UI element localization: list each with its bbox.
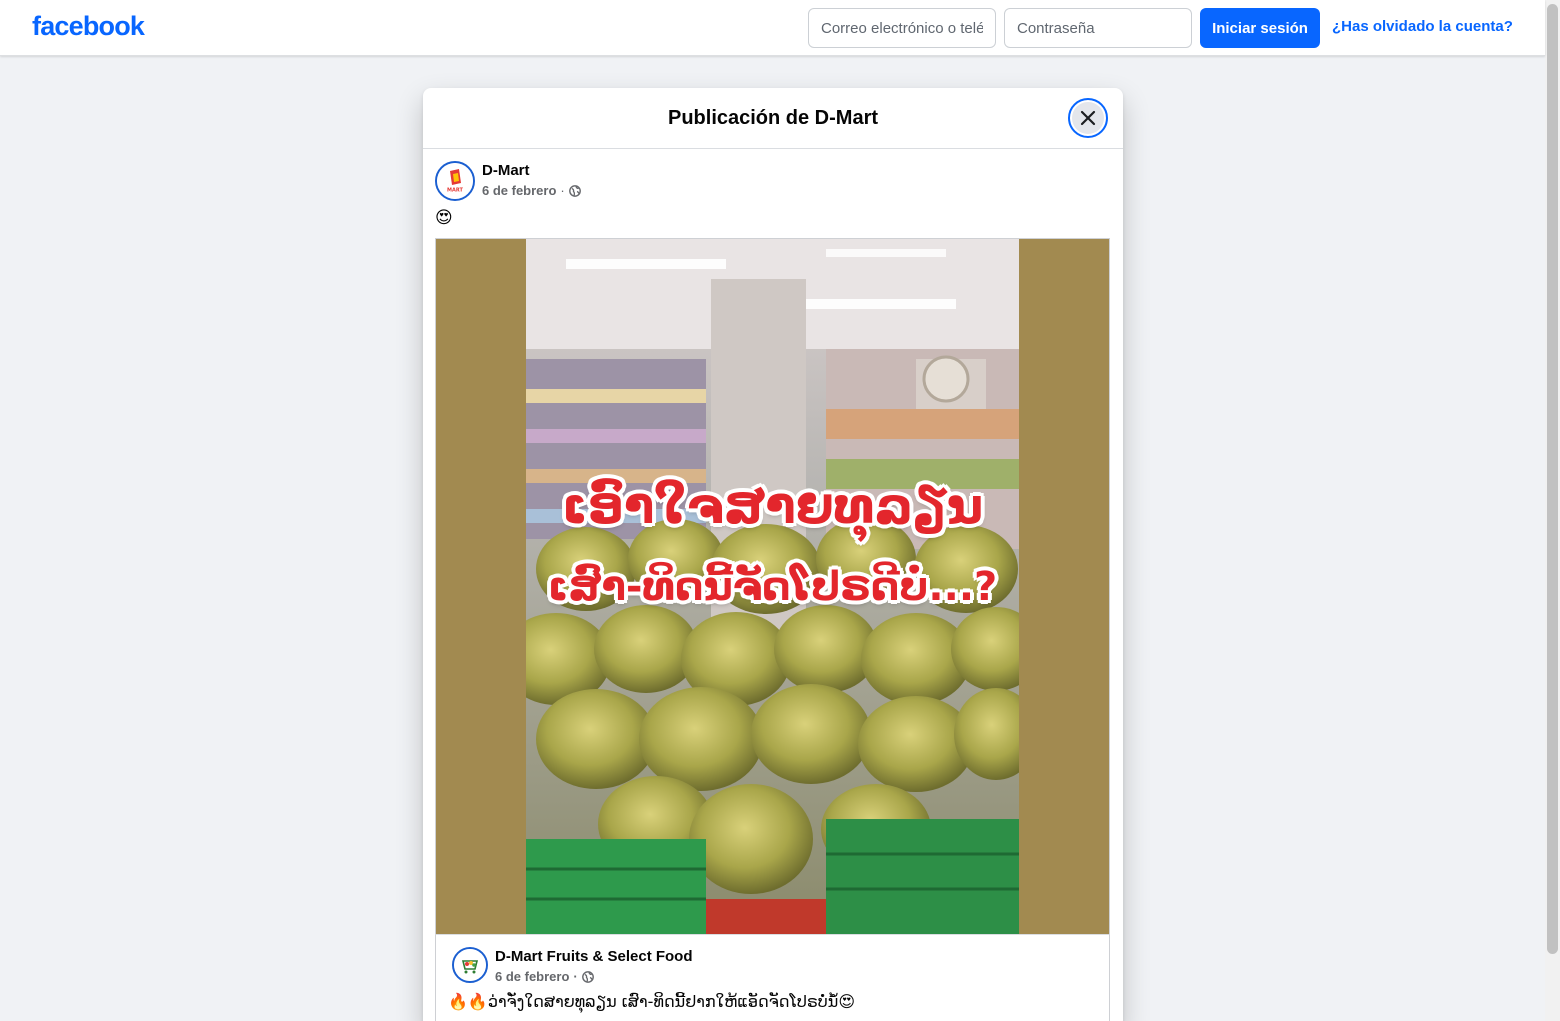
shared-page-avatar[interactable] (452, 947, 488, 983)
globe-icon (568, 184, 581, 197)
image-overlay-line2: ເສົາ-ທິດນີ້ຈັດໂປຣດີບໍ່...? (547, 564, 998, 610)
shared-post-meta: 6 de febrero · (495, 969, 594, 984)
close-button[interactable] (1068, 98, 1108, 138)
shared-post[interactable]: D-Mart Fruits & Select Food 6 de febrero… (435, 934, 1110, 1021)
password-field[interactable] (1004, 8, 1192, 48)
post-header: MART D-Mart 6 de febrero · (435, 161, 1111, 203)
shared-post-date[interactable]: 6 de febrero (495, 969, 569, 984)
email-field[interactable] (808, 8, 996, 48)
scrollbar-thumb[interactable] (1547, 4, 1558, 954)
post-meta: 6 de febrero · (482, 183, 581, 198)
forgot-account-link[interactable]: ¿Has olvidado la cuenta? (1332, 18, 1513, 35)
facebook-logo[interactable]: facebook (32, 11, 145, 42)
dmart-logo-icon: MART (437, 163, 473, 199)
shared-post-author[interactable]: D-Mart Fruits & Select Food (495, 948, 693, 965)
dialog-header: Publicación de D-Mart (423, 88, 1123, 149)
post-date[interactable]: 6 de febrero (482, 183, 556, 198)
post-text: 😍 (435, 208, 453, 227)
durian-photo[interactable]: ເອົາໃຈສາຍທຸລຽນ ເສົາ-ທິດນີ້ຈັດໂປຣດີບໍ່...… (526, 239, 1019, 934)
top-bar: facebook Iniciar sesión ¿Has olvidado la… (0, 0, 1545, 56)
page-scrollbar[interactable] (1545, 0, 1560, 1021)
post-dialog: Publicación de D-Mart MART D-Mart 6 de f… (423, 88, 1123, 1021)
meta-separator: · (560, 183, 565, 198)
globe-icon (581, 970, 594, 983)
dialog-title: Publicación de D-Mart (667, 107, 879, 129)
page-avatar[interactable]: MART (435, 161, 475, 201)
post-author[interactable]: D-Mart (482, 162, 530, 179)
close-icon (1080, 110, 1096, 126)
shared-post-text: 🔥🔥ວ່າຈັ່ງໃດສາຍທຸລຽນ ເສົາ-ທິດນີ້ຢາກໃຫ້ແອັ… (448, 992, 856, 1011)
svg-text:MART: MART (447, 188, 463, 194)
shared-meta-separator: · (573, 969, 578, 984)
dmart-fruits-logo-icon (454, 949, 486, 981)
post-media[interactable]: ເອົາໃຈສາຍທຸລຽນ ເສົາ-ທິດນີ້ຈັດໂປຣດີບໍ່...… (435, 238, 1110, 934)
image-overlay-line1: ເອົາໃຈສາຍທຸລຽນ (561, 477, 984, 535)
login-button[interactable]: Iniciar sesión (1200, 8, 1320, 48)
